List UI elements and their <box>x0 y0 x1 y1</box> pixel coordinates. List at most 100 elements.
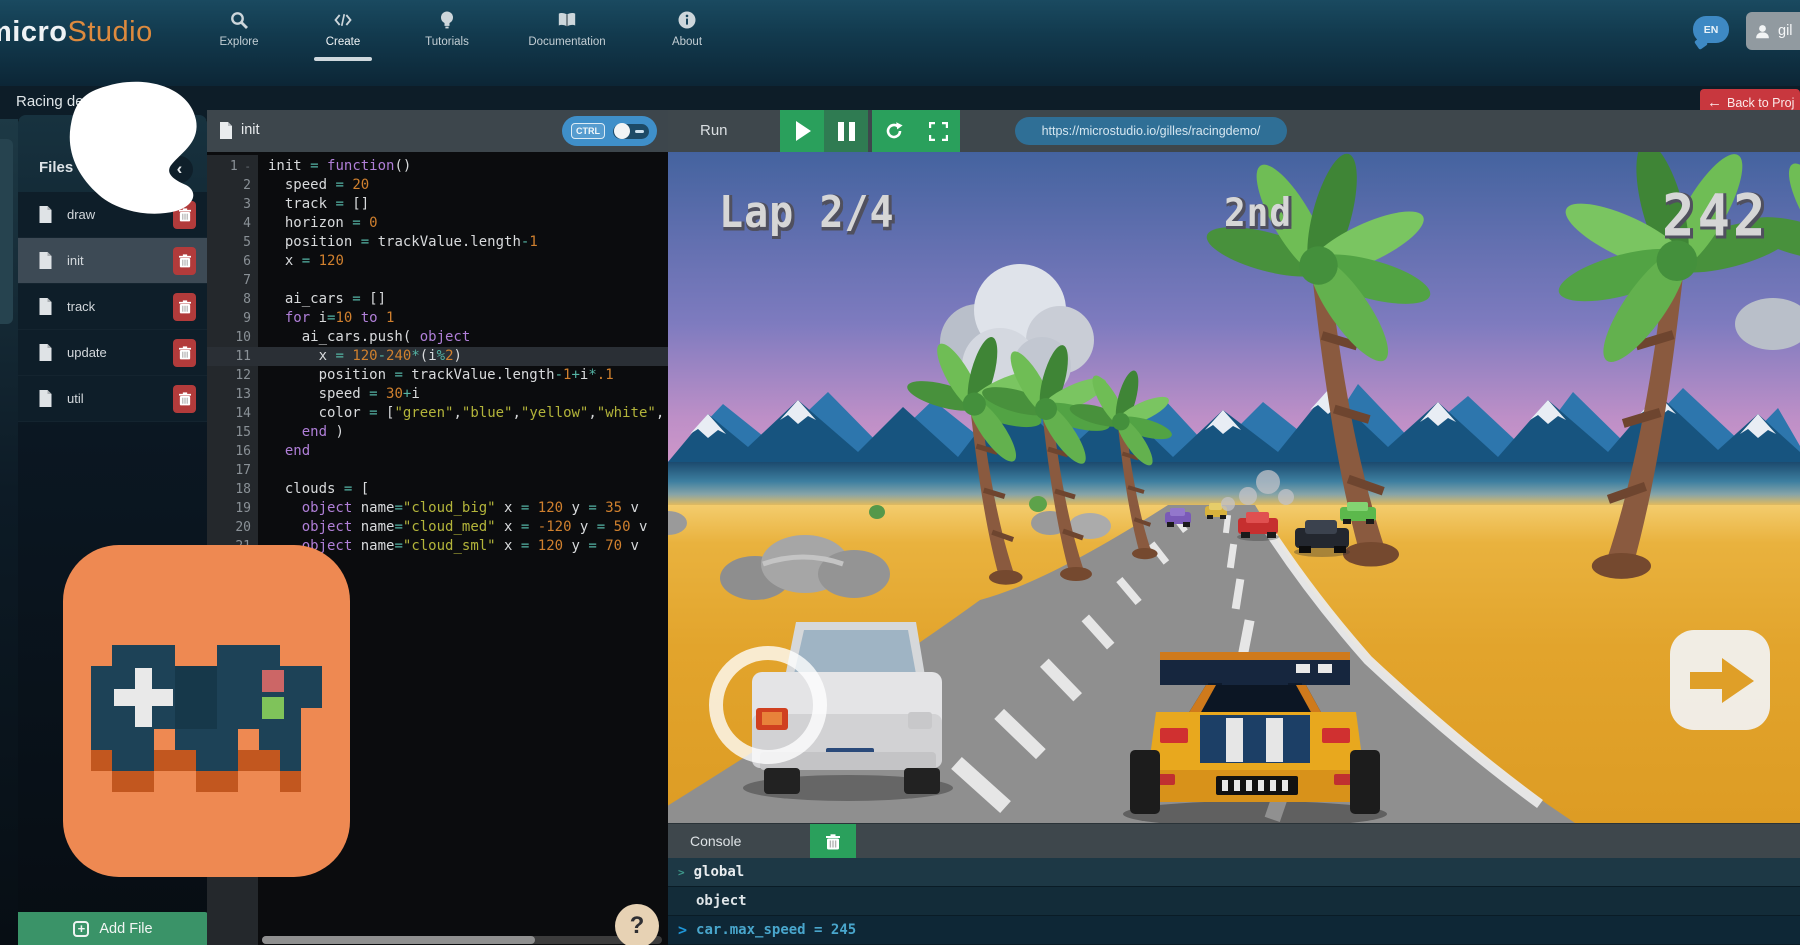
info-icon <box>677 10 697 30</box>
game-viewport[interactable]: Lap 2/4 2nd 242 <box>668 152 1800 823</box>
microstudio-app: microStudio Explore Create Tutorials Docume… <box>0 0 1800 945</box>
file-item-track[interactable]: track <box>18 284 207 330</box>
code-line-7 <box>268 271 664 290</box>
cursor-blob <box>62 78 212 223</box>
logo-bold: micro <box>0 16 67 48</box>
trash-icon <box>826 834 840 850</box>
nav-label: Create <box>326 36 361 48</box>
language-badge[interactable]: EN <box>1693 16 1729 43</box>
file-name: init <box>67 253 84 268</box>
user-menu-button[interactable]: gil <box>1746 12 1800 50</box>
nav-label: About <box>672 36 702 48</box>
nav-label: Documentation <box>528 36 605 48</box>
project-game-icon <box>63 545 350 877</box>
sidebar-strip <box>0 119 18 945</box>
add-file-button[interactable]: + Add File <box>18 912 208 945</box>
code-line-8: ai_cars = [] <box>268 290 664 309</box>
editor-tab-label[interactable]: init <box>241 122 260 138</box>
line-numbers: 1 -23456789101112131415161718192021 <box>207 157 251 556</box>
code-line-4: horizon = 0 <box>268 214 664 233</box>
plus-icon: + <box>73 921 89 937</box>
document-icon <box>219 121 233 140</box>
code-line-20: object name="cloud_med" x = -120 y = 50 … <box>268 518 664 537</box>
code-line-2: speed = 20 <box>268 176 664 195</box>
code-line-13: speed = 30+i <box>268 385 664 404</box>
code-line-6: x = 120 <box>268 252 664 271</box>
nav-item-tutorials[interactable]: Tutorials <box>411 10 483 48</box>
delete-file-button[interactable] <box>173 293 196 321</box>
back-label: Back to Proj <box>1727 96 1794 110</box>
file-name: update <box>67 345 107 360</box>
run-label: Run <box>700 122 728 139</box>
prompt-chevron-icon: > <box>678 921 687 939</box>
hud-position: 2nd <box>1224 191 1292 235</box>
file-item-init[interactable]: init <box>18 238 207 284</box>
nav-label: Tutorials <box>425 36 469 48</box>
game-url[interactable]: https://microstudio.io/gilles/racingdemo… <box>1015 117 1287 145</box>
nav-item-about[interactable]: About <box>651 10 723 48</box>
code-icon <box>333 10 353 30</box>
delete-file-button[interactable] <box>173 385 196 413</box>
code-line-16: end <box>268 442 664 461</box>
code-line-3: track = [] <box>268 195 664 214</box>
pause-icon <box>838 122 855 141</box>
user-icon <box>1754 23 1771 40</box>
nav-item-documentation[interactable]: Documentation <box>515 10 619 48</box>
code-line-17 <box>268 461 664 480</box>
player-car <box>1123 652 1387 823</box>
delete-file-button[interactable] <box>173 339 196 367</box>
hud-speed: 242 <box>1662 181 1769 249</box>
bulb-icon <box>437 10 457 30</box>
console-row-0: >global <box>668 858 1800 887</box>
nav-item-explore[interactable]: Explore <box>203 10 275 48</box>
reload-button[interactable] <box>872 110 916 152</box>
console-row-2: >car.max_speed = 245 <box>668 916 1800 945</box>
pause-button[interactable] <box>824 110 868 152</box>
code-line-12: position = trackValue.length-1+i*.1 <box>268 366 664 385</box>
gamepad-icon <box>63 545 350 877</box>
console-header: Console <box>668 823 1800 858</box>
code-line-1: init = function() <box>268 157 664 176</box>
panel-handle[interactable] <box>0 139 13 324</box>
delete-file-button[interactable] <box>173 247 196 275</box>
console-output[interactable]: >globalobject>car.max_speed = 245 <box>668 858 1800 945</box>
book-icon <box>557 10 577 30</box>
file-list: drawinittrackupdateutil <box>18 192 207 422</box>
fullscreen-icon <box>929 122 948 141</box>
file-item-util[interactable]: util <box>18 376 207 422</box>
code-line-19: object name="cloud_big" x = 120 y = 35 v <box>268 499 664 518</box>
editor-tab-bar: init CTRL <box>207 110 668 152</box>
steer-right-button[interactable] <box>1670 630 1770 730</box>
editor-hscroll-track[interactable] <box>262 936 662 944</box>
prompt-chevron-icon: > <box>678 866 685 879</box>
user-name: gil <box>1778 23 1793 39</box>
back-arrow-icon: ← <box>1707 94 1722 111</box>
code-line-10: ai_cars.push( object <box>268 328 664 347</box>
file-name: track <box>67 299 95 314</box>
help-button[interactable]: ? <box>615 904 659 945</box>
top-navbar: microStudio Explore Create Tutorials Docume… <box>0 0 1800 86</box>
clear-console-button[interactable] <box>810 824 856 859</box>
code-line-15: end ) <box>268 423 664 442</box>
app-logo[interactable]: microStudio <box>0 16 153 49</box>
nav-items: Explore Create Tutorials Documentation About <box>203 10 723 48</box>
code-lines: init = function() speed = 20 track = [] … <box>268 157 664 556</box>
ctrl-label: CTRL <box>571 123 605 139</box>
file-item-update[interactable]: update <box>18 330 207 376</box>
code-line-14: color = ["green","blue","yellow","white"… <box>268 404 664 423</box>
nav-item-create[interactable]: Create <box>307 10 379 48</box>
nav-label: Explore <box>220 36 259 48</box>
console-panel: Console >globalobject>car.max_speed = 24… <box>668 823 1800 945</box>
toggle-switch[interactable] <box>613 124 649 139</box>
code-line-5: position = trackValue.length-1 <box>268 233 664 252</box>
logo-accent: Studio <box>67 16 152 48</box>
play-button[interactable] <box>780 110 824 152</box>
ctrl-toggle[interactable]: CTRL <box>562 116 657 146</box>
run-toolbar: Run https://microstudio.io/gilles/racing… <box>668 110 1800 152</box>
add-file-label: Add File <box>99 921 152 937</box>
search-icon <box>229 10 249 30</box>
console-row-1: object <box>668 887 1800 916</box>
fullscreen-button[interactable] <box>916 110 960 152</box>
hud-lap: Lap 2/4 <box>719 188 895 238</box>
editor-hscroll-thumb[interactable] <box>262 936 535 944</box>
